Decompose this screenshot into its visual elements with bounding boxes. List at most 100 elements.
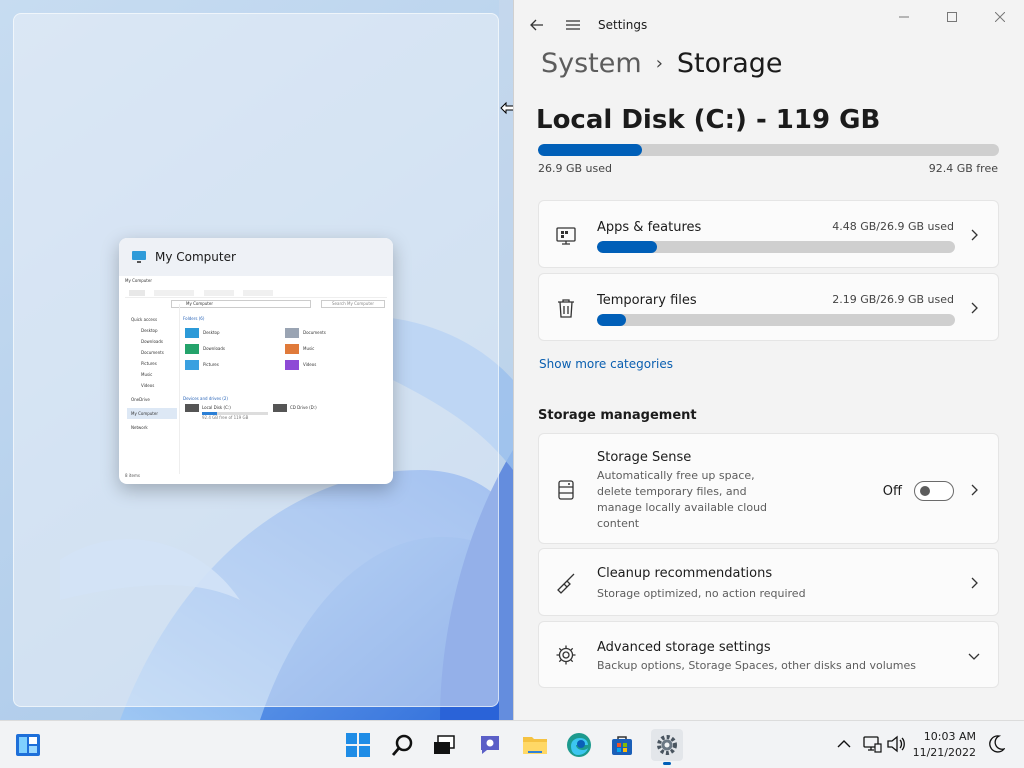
breadcrumb-system[interactable]: System [541,48,642,79]
description-line: delete temporary files, and [597,485,747,498]
close-icon [995,12,1005,22]
minimize-icon [899,16,909,18]
task-view-button[interactable] [428,729,460,761]
disk-used-label: 26.9 GB used [538,162,613,175]
close-button[interactable] [976,0,1024,34]
preview-nav-item: Videos [141,383,155,388]
disk-usage-fill [538,144,643,156]
page-title: Storage [676,48,783,79]
cleanup-label: Cleanup recommendations [597,566,773,581]
storage-sense-description: Automatically free up space, delete temp… [597,468,767,532]
category-usage-fill [597,241,657,253]
nav-menu-button[interactable] [560,12,586,38]
maximize-button[interactable] [928,0,976,34]
preview-nav-item: Downloads [141,339,163,344]
preview-search: Search My Computer [321,300,385,308]
file-explorer-button[interactable] [519,729,551,761]
preview-folder: Pictures [203,362,219,367]
thumbnail-title: My Computer [155,250,236,264]
widgets-button[interactable] [12,729,44,761]
hamburger-icon [566,20,580,30]
start-button[interactable] [342,729,374,761]
preview-nav-item: Quick access [131,317,158,322]
store-icon [612,736,632,755]
title-bar: Settings [514,0,1024,50]
preview-nav-item: Documents [141,350,164,355]
description-line: manage locally available cloud [597,501,768,514]
preview-drive-name: CD Drive (D:) [290,405,317,410]
preview-drive-name: Local Disk (C:) [202,405,231,410]
preview-folders-header: Folders (6) [183,316,205,321]
preview-nav-item: Pictures [141,361,157,366]
category-apps-features[interactable]: Apps & features 4.48 GB/26.9 GB used [538,200,999,268]
toggle-knob [920,486,930,496]
task-view-icon [434,735,455,754]
preview-folder: Videos [303,362,317,367]
network-icon[interactable] [862,734,882,754]
advanced-label: Advanced storage settings [597,640,771,655]
broom-icon [557,573,575,594]
disk-free-label: 92.4 GB free [928,162,998,175]
windows-logo-icon [346,733,370,757]
category-label: Apps & features [597,220,702,235]
storage-sense-card[interactable]: Storage Sense Automatically free up spac… [538,433,999,544]
minimize-button[interactable] [880,0,928,34]
preview-folder: Desktop [203,330,220,335]
folder-icon [523,737,547,754]
apps-icon [556,227,576,245]
preview-address: My Computer [171,300,311,308]
widgets-icon [16,734,40,756]
preview-drive-local: Local Disk (C:) 92.4 GB free of 119 GB [185,404,268,420]
chat-button[interactable] [474,729,506,761]
computer-icon [132,251,146,263]
breadcrumb: System › Storage [541,48,783,79]
my-computer-thumbnail[interactable]: My Computer My Computer My Computer Sear… [119,238,393,484]
store-button[interactable] [606,729,638,761]
gear-icon [556,645,576,665]
preview-folders: Desktop Documents Downloads Music Pictur… [185,328,385,370]
volume-icon[interactable] [886,735,906,753]
chevron-up-icon[interactable] [837,738,851,750]
preview-folder: Music [303,346,315,351]
search-icon [391,734,413,756]
preview-nav-item: My Computer [127,408,177,419]
category-temporary-files[interactable]: Temporary files 2.19 GB/26.9 GB used [538,273,999,341]
preview-status: 8 items [125,473,140,478]
thumbnail-header: My Computer [119,238,393,276]
chevron-down-icon [968,653,980,660]
category-usage: 2.19 GB/26.9 GB used [832,293,954,306]
preview-nav: Quick access Desktop Downloads Documents… [127,314,177,433]
focus-moon-icon[interactable] [989,735,1005,753]
advanced-storage-settings-card[interactable]: Advanced storage settings Backup options… [538,621,999,688]
storage-sense-toggle[interactable] [914,481,954,501]
maximize-icon [947,12,957,22]
show-more-categories-link[interactable]: Show more categories [539,357,673,371]
search-button[interactable] [387,729,419,761]
preview-nav-item: OneDrive [131,397,150,402]
clock-date: 11/21/2022 [912,746,976,759]
edge-button[interactable] [563,729,595,761]
preview-window-title: My Computer [125,278,152,283]
chevron-right-icon [971,229,978,241]
category-label: Temporary files [597,293,697,308]
category-usage-fill [597,314,626,326]
breadcrumb-chevron-icon: › [655,53,663,74]
preview-nav-item: Music [141,372,153,377]
preview-drive-cd: CD Drive (D:) [273,404,317,412]
back-button[interactable] [524,12,550,38]
cleanup-recommendations-card[interactable]: Cleanup recommendations Storage optimize… [538,548,999,616]
window-controls [880,0,1024,34]
trash-icon [558,299,574,318]
preview-toolbar [125,288,387,298]
settings-taskbar-button[interactable] [651,729,683,765]
storage-sense-state: Off [882,484,902,499]
preview-folder: Documents [303,330,326,335]
category-usage-bar [597,241,955,253]
system-clock[interactable]: 10:03 AM 11/21/2022 [904,729,976,761]
back-arrow-icon [530,19,543,31]
settings-gear-icon [657,735,677,755]
preview-nav-item: Network [131,425,148,430]
chevron-right-icon [971,484,978,496]
description-line: Automatically free up space, [597,469,755,482]
advanced-description: Backup options, Storage Spaces, other di… [597,659,916,672]
